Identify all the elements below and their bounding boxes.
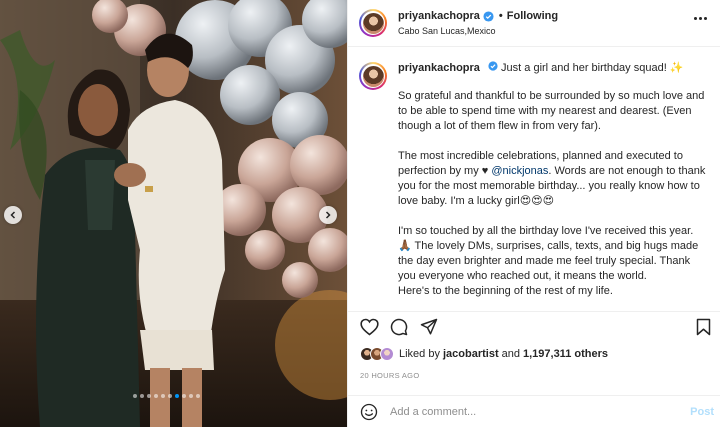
post-timestamp[interactable]: 20 HOURS AGO [360, 371, 419, 380]
avatar[interactable] [359, 9, 387, 37]
post-comment-button[interactable]: Post [690, 406, 714, 418]
verified-badge-icon [488, 61, 498, 71]
emoji-icon[interactable] [360, 403, 378, 421]
comment-icon[interactable] [390, 318, 408, 336]
carousel-dot [189, 394, 193, 398]
header-username[interactable]: priyankachopra [398, 10, 480, 22]
paper-plane-icon[interactable] [420, 318, 438, 336]
carousel-prev-button[interactable] [4, 206, 22, 224]
liker-username[interactable]: jacobartist [443, 348, 499, 360]
carousel-dot [182, 394, 186, 398]
location-link[interactable]: Cabo San Lucas,Mexico [398, 26, 558, 36]
header-separator: • [498, 10, 503, 22]
heart-icon[interactable] [360, 318, 379, 336]
comment-bar: Post [348, 395, 720, 427]
verified-badge-icon [483, 10, 494, 22]
chevron-right-icon [325, 211, 331, 219]
caption-paragraph: So grateful and thankful to be surrounde… [398, 90, 705, 132]
avatar[interactable] [359, 62, 387, 90]
carousel-dot [161, 394, 165, 398]
caption-paragraph: I'm so touched by all the birthday love … [398, 225, 699, 297]
caption-first-line: Just a girl and her birthday squad! ✨ [501, 62, 684, 74]
likes-joiner: and [501, 348, 520, 360]
action-bar [348, 311, 720, 341]
caption-paragraph: The most incredible celebrations, planne… [398, 150, 706, 207]
likes-prefix: Liked by [399, 348, 440, 360]
post-header: priyankachopra • Following Cabo San Luca… [348, 0, 720, 47]
carousel-dot [175, 394, 179, 398]
caption-username[interactable]: priyankachopra [398, 62, 480, 74]
carousel-dot [140, 394, 144, 398]
carousel-dot [196, 394, 200, 398]
carousel-dot [147, 394, 151, 398]
carousel-next-button[interactable] [319, 206, 337, 224]
mention-link[interactable]: @nickjonas [491, 165, 548, 177]
carousel-dot [133, 394, 137, 398]
bookmark-icon[interactable] [696, 318, 711, 336]
chevron-left-icon [10, 211, 16, 219]
post-media[interactable] [0, 0, 347, 427]
more-options-icon[interactable] [694, 17, 707, 20]
post-photo [0, 0, 347, 427]
liker-avatars[interactable] [360, 347, 394, 361]
caption-section: priyankachopra Just a girl and her birth… [348, 47, 720, 311]
carousel-dot [168, 394, 172, 398]
instagram-post: priyankachopra • Following Cabo San Luca… [0, 0, 720, 427]
comment-input[interactable] [390, 405, 680, 418]
carousel-dot [154, 394, 158, 398]
carousel-indicator [133, 394, 200, 398]
following-button[interactable]: Following [507, 10, 558, 22]
likes-summary: Liked by jacobartist and 1,197,311 other… [360, 347, 611, 361]
likes-count[interactable]: 1,197,311 others [523, 348, 608, 360]
post-details-panel: priyankachopra • Following Cabo San Luca… [347, 0, 720, 427]
